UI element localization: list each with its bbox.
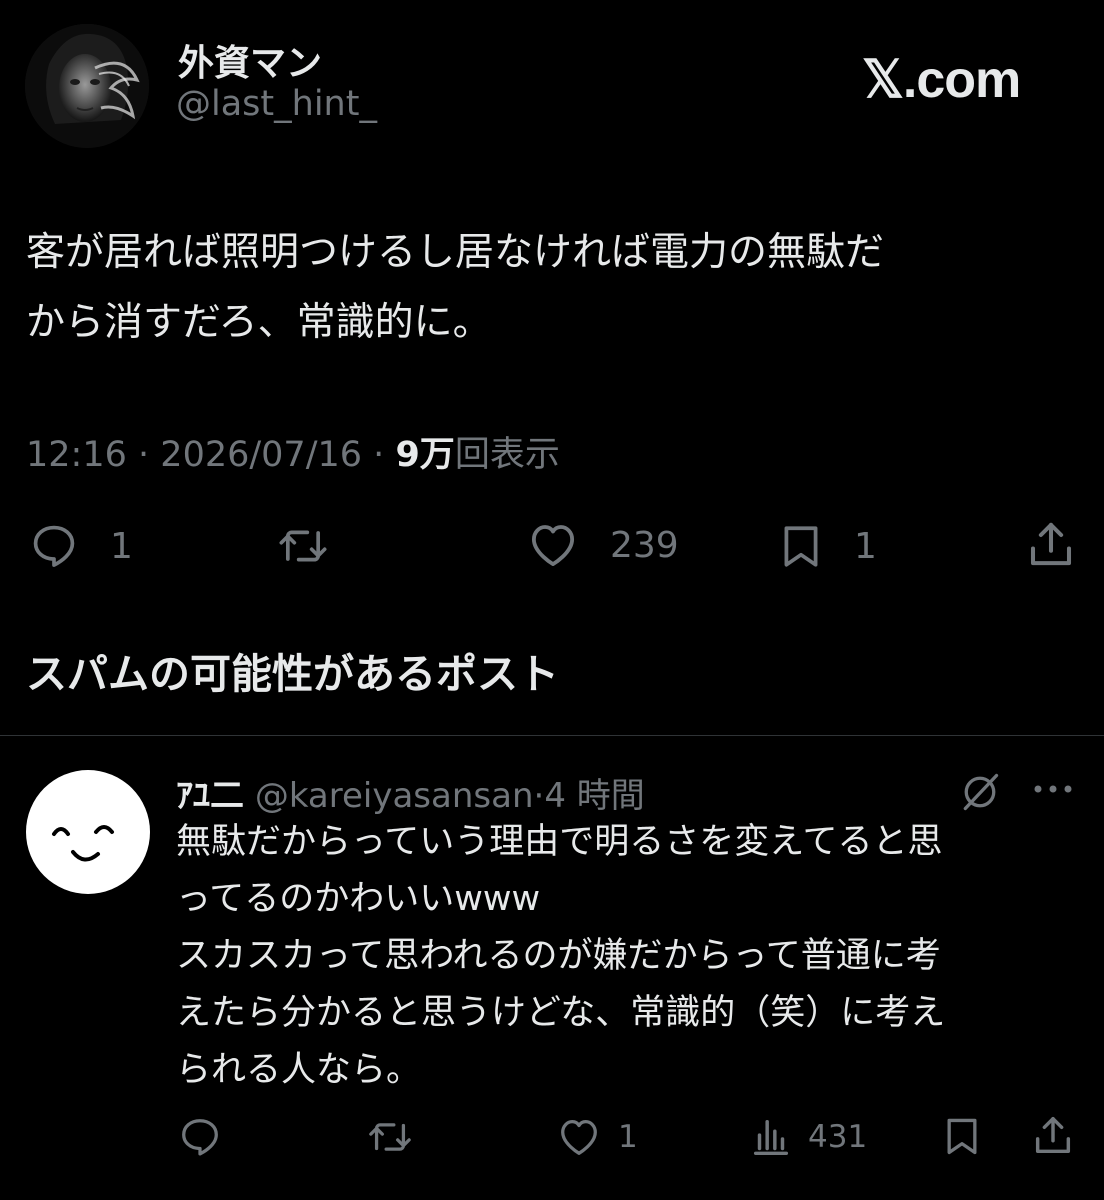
grok-slash-icon — [963, 773, 999, 811]
main-post-text: 客が居れば照明つけるし居なければ電力の無駄だ から消すだろ、常識的に。 — [26, 230, 885, 345]
spam-section-title[interactable]: スパムの可能性があるポスト — [26, 640, 559, 700]
views-label: 回表示 — [454, 435, 560, 475]
like-count: 239 — [610, 524, 679, 566]
reply-author-name[interactable]: ｱﾕ二 — [176, 776, 244, 816]
avatar-portrait-image — [25, 24, 149, 148]
post-meta: 12:16 · 2026/07/16 · 9万回表示 — [26, 426, 560, 477]
main-author-handle[interactable]: @last_hint_ — [176, 84, 377, 124]
reply-author-handle[interactable]: @kareiyasansan — [255, 776, 534, 816]
reply-time[interactable]: 4 時間 — [544, 776, 644, 816]
section-divider — [0, 735, 1104, 736]
reply-views-button[interactable]: 431 — [748, 1114, 867, 1160]
reply-bookmark-button[interactable] — [940, 1112, 984, 1160]
brand-logo: 𝕏.com — [862, 51, 1021, 109]
repost-arrows-icon — [279, 530, 327, 562]
grok-button[interactable] — [958, 770, 1002, 818]
post-time[interactable]: 12:16 — [26, 435, 127, 475]
reply-like-button[interactable]: 1 — [554, 1114, 638, 1160]
reply-repost-button[interactable] — [364, 1114, 416, 1160]
repost-button[interactable] — [272, 520, 334, 572]
reply-reply-button[interactable] — [176, 1114, 224, 1160]
post-date[interactable]: 2026/07/16 — [160, 435, 362, 475]
more-dots-icon — [1034, 785, 1072, 793]
heart-icon — [561, 1120, 597, 1155]
views-count: 9万 — [395, 435, 455, 475]
reply-author-avatar[interactable] — [26, 770, 150, 894]
bookmark-icon — [784, 526, 818, 567]
more-options-button[interactable] — [1030, 774, 1076, 808]
reply-views-count: 431 — [808, 1119, 868, 1155]
main-author-name[interactable]: 外資マン — [178, 34, 322, 86]
reply-post-text: 無駄だからっていう理由で明るさを変えてると思 ってるのかわいいwww スカスカっ… — [176, 822, 946, 1090]
bar-chart-icon — [753, 1119, 789, 1156]
smiley-face-image — [52, 825, 114, 862]
bookmark-button[interactable]: 1 — [776, 518, 877, 574]
meta-separator: · — [138, 435, 150, 475]
main-author-avatar[interactable] — [25, 24, 149, 148]
repost-arrows-icon — [369, 1123, 411, 1151]
bookmark-icon — [947, 1118, 977, 1155]
reply-like-count: 1 — [618, 1119, 638, 1155]
like-button[interactable]: 239 — [524, 518, 679, 572]
bookmark-count: 1 — [854, 525, 877, 567]
share-button[interactable] — [1024, 516, 1078, 572]
share-upload-icon — [1035, 1116, 1071, 1154]
meta-separator: · — [373, 435, 385, 475]
reply-header: ｱﾕ二 @kareiyasansan·4 時間 — [176, 768, 645, 817]
reply-button[interactable]: 1 — [26, 520, 133, 572]
heart-icon — [531, 525, 575, 567]
speech-bubble-icon — [33, 525, 75, 567]
reply-count: 1 — [110, 525, 133, 567]
reply-share-button[interactable] — [1030, 1110, 1076, 1160]
meta-separator: · — [533, 776, 545, 816]
share-upload-icon — [1030, 522, 1072, 566]
speech-bubble-icon — [182, 1119, 218, 1156]
